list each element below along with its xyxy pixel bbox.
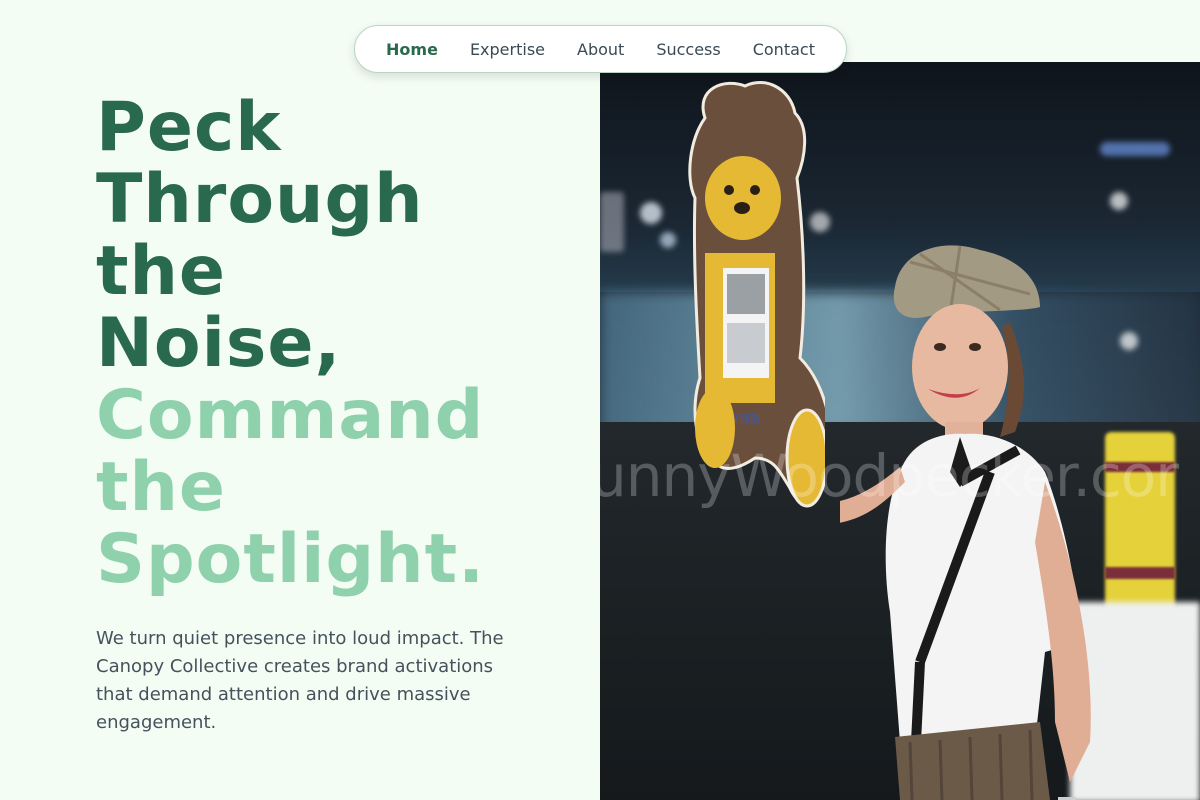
hero-headline: Peck Through the Noise, Command the Spot… — [96, 92, 596, 596]
headline-line: the — [96, 232, 227, 311]
headline-line: Command — [96, 376, 485, 455]
nav-success[interactable]: Success — [656, 40, 720, 59]
image-watermark: unnyWoodpecker.cor — [600, 442, 1179, 510]
headline-line: Peck — [96, 88, 282, 167]
hero-image: 扫码领取 unnyWoodpecker.cor — [600, 62, 1200, 800]
nav-home[interactable]: Home — [386, 40, 438, 59]
nav-about[interactable]: About — [577, 40, 624, 59]
top-navigation: Home Expertise About Success Contact — [354, 25, 847, 73]
headline-line: Noise, — [96, 304, 342, 383]
nav-contact[interactable]: Contact — [753, 40, 815, 59]
headline-line: the — [96, 448, 227, 527]
nav-expertise[interactable]: Expertise — [470, 40, 545, 59]
headline-line: Spotlight. — [96, 520, 485, 599]
hero-description: We turn quiet presence into loud impact.… — [96, 628, 504, 733]
headline-light-part: Command the Spotlight. — [96, 380, 596, 596]
headline-dark-part: Peck Through the Noise, — [96, 92, 596, 380]
headline-line: Through — [96, 160, 424, 239]
